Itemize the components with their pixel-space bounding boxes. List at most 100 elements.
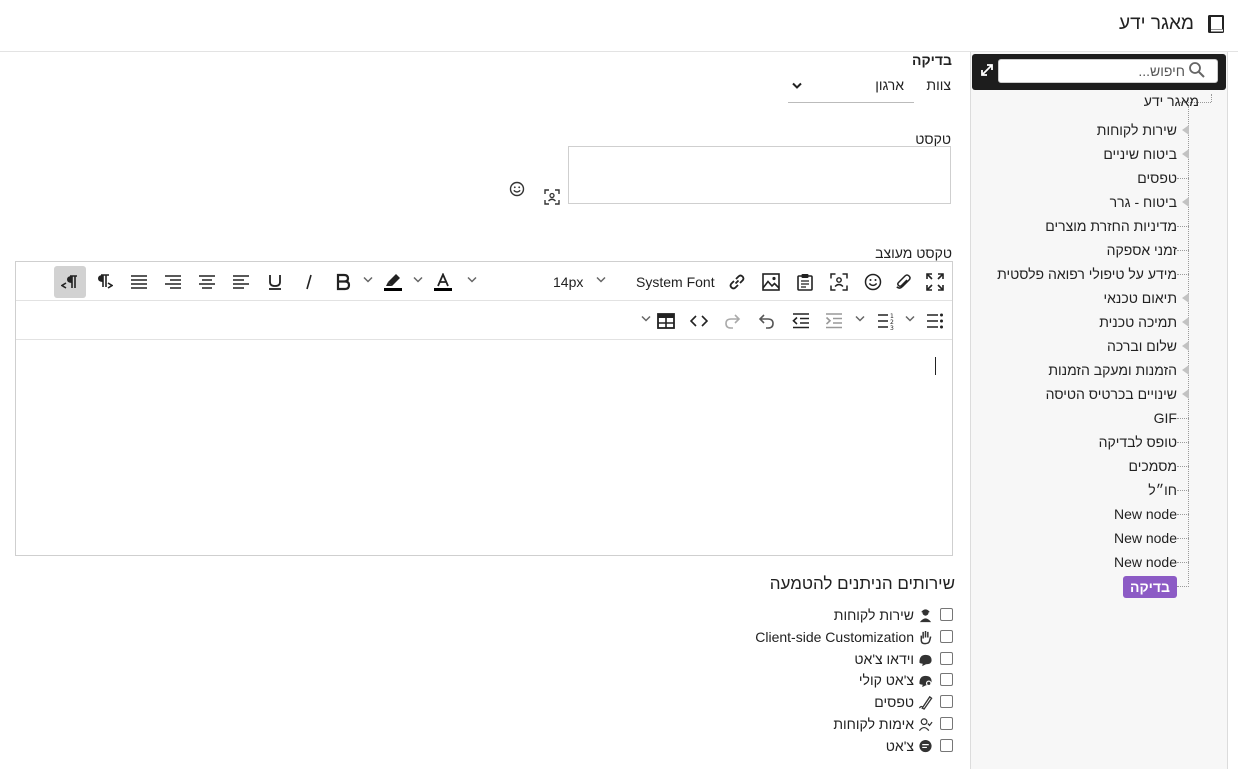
bullet-list-button[interactable] [919,305,951,337]
chevron-down-icon[interactable] [596,276,606,284]
chevron-down-icon[interactable] [855,315,865,323]
paste-button[interactable] [789,266,821,298]
editor-toolbar-row-2: 1 2 3 [16,301,952,340]
chevron-down-icon[interactable] [413,276,423,284]
insert-table-button[interactable] [650,305,682,337]
undo-button[interactable] [750,305,782,337]
indent-button[interactable] [818,305,850,337]
tree-item[interactable]: תיאום טכנאי [1104,288,1189,308]
tree-item[interactable]: בדיקה [1123,576,1189,598]
tree-root[interactable]: מאגר ידע [1144,93,1199,109]
chevron-down-icon[interactable] [467,276,477,284]
caret-left-icon[interactable] [1182,317,1189,327]
tree-connector [1177,178,1189,179]
tree-item[interactable]: שלום וברכה [1107,336,1189,356]
face-scan-icon[interactable] [544,189,560,205]
code-view-button[interactable] [683,305,715,337]
rich-text-editor[interactable]: 14px System Font 1 2 3 [15,261,953,556]
highlighter-icon [384,274,402,291]
tree-item[interactable]: GIF [1154,408,1189,428]
tree-item[interactable]: New node [1114,504,1189,524]
tree-item-label: הזמנות ומעקב הזמנות [1048,362,1177,378]
italic-button[interactable] [293,266,325,298]
highlight-color-button[interactable] [377,266,409,298]
rtl-direction-button[interactable] [54,266,86,298]
caret-left-icon[interactable] [1182,149,1189,159]
outdent-button[interactable] [785,305,817,337]
tree-item-label: חו״ל [1148,482,1177,498]
rich-text-label: טקסט מעוצב [875,245,952,261]
org-select[interactable]: ארגון [788,72,914,103]
search-input[interactable] [998,59,1218,83]
underline-button[interactable] [259,266,291,298]
service-checkbox[interactable] [940,608,953,621]
tree-item[interactable]: מסמכים [1129,456,1189,476]
tree-item-label: שלום וברכה [1107,338,1177,354]
tree-item[interactable]: שינויים בכרטיס הטיסה [1046,384,1189,404]
tree-item[interactable]: טופס לבדיקה [1099,432,1189,452]
caret-left-icon[interactable] [1182,365,1189,375]
search-icon[interactable] [1188,61,1206,79]
tree-item-label: מידע על טיפולי רפואה פלסטית [997,266,1177,282]
insert-image-button[interactable] [755,266,787,298]
text-field[interactable] [568,146,951,204]
section-title: בדיקה [912,52,952,68]
chevron-down-icon[interactable] [905,315,915,323]
insert-link-button[interactable] [721,266,753,298]
tree-item[interactable]: New node [1114,552,1189,572]
tree-item[interactable]: ביטוח שיניים [1103,144,1189,164]
ltr-direction-button[interactable] [88,266,120,298]
bold-button[interactable] [327,266,359,298]
service-checkbox[interactable] [940,717,953,730]
expand-icon[interactable] [980,63,994,77]
hand-icon [920,630,932,645]
service-checkbox[interactable] [940,651,953,665]
font-family-select[interactable]: System Font [636,274,715,290]
fullscreen-button[interactable] [919,266,951,298]
align-center-button[interactable] [191,266,223,298]
service-checkbox[interactable] [940,695,953,709]
redo-button[interactable] [717,305,749,337]
ordered-list-button[interactable]: 1 2 3 [870,305,902,337]
tree-item[interactable]: תמיכה טכנית [1099,312,1189,332]
caret-left-icon[interactable] [1182,293,1189,303]
attach-file-button[interactable] [887,266,919,298]
tree-item[interactable]: טפסים [1137,168,1189,188]
service-checkbox[interactable] [940,738,953,752]
book-icon [1208,15,1224,33]
tree-item[interactable]: הזמנות ומעקב הזמנות [1048,360,1189,380]
caret-left-icon[interactable] [1182,125,1189,135]
tree-item[interactable]: זמני אספקה [1107,240,1189,260]
indent-icon [825,313,842,329]
tree-item[interactable]: מדיניות החזרת מוצרים [1045,216,1189,236]
editor-content-area[interactable] [16,340,952,555]
align-center-icon [199,275,215,289]
smiley-icon[interactable] [509,181,525,197]
align-right-button[interactable] [157,266,189,298]
tree-item-label: בדיקה [1123,576,1177,598]
paragraph-ltr-icon [98,274,113,289]
face-scan-button[interactable] [823,266,855,298]
caret-left-icon[interactable] [1182,341,1189,351]
font-size-select[interactable]: 14px [553,274,583,290]
tree-item[interactable]: מידע על טיפולי רפואה פלסטית [997,264,1189,284]
services-title: שירותים הניתנים להטמעה [769,574,955,593]
service-checkbox[interactable] [940,673,953,687]
org-select-value: ארגון [875,77,904,93]
tree-item[interactable]: ביטוח - גרר [1110,192,1189,212]
tree-connector [1177,466,1189,467]
chat-bubble-icon [919,739,932,752]
service-checkbox[interactable] [940,629,953,643]
tree-connector [1177,250,1189,251]
tree-item[interactable]: שירות לקוחות [1097,120,1189,140]
tree-item[interactable]: חו״ל [1148,480,1189,500]
align-left-button[interactable] [225,266,257,298]
caret-left-icon[interactable] [1182,389,1189,399]
tree-item[interactable]: New node [1114,528,1189,548]
text-color-button[interactable] [427,266,459,298]
chevron-down-icon[interactable] [363,276,373,284]
align-justify-button[interactable] [123,266,155,298]
caret-left-icon[interactable] [1182,197,1189,207]
table-icon [657,313,675,329]
emoji-button[interactable] [857,266,889,298]
